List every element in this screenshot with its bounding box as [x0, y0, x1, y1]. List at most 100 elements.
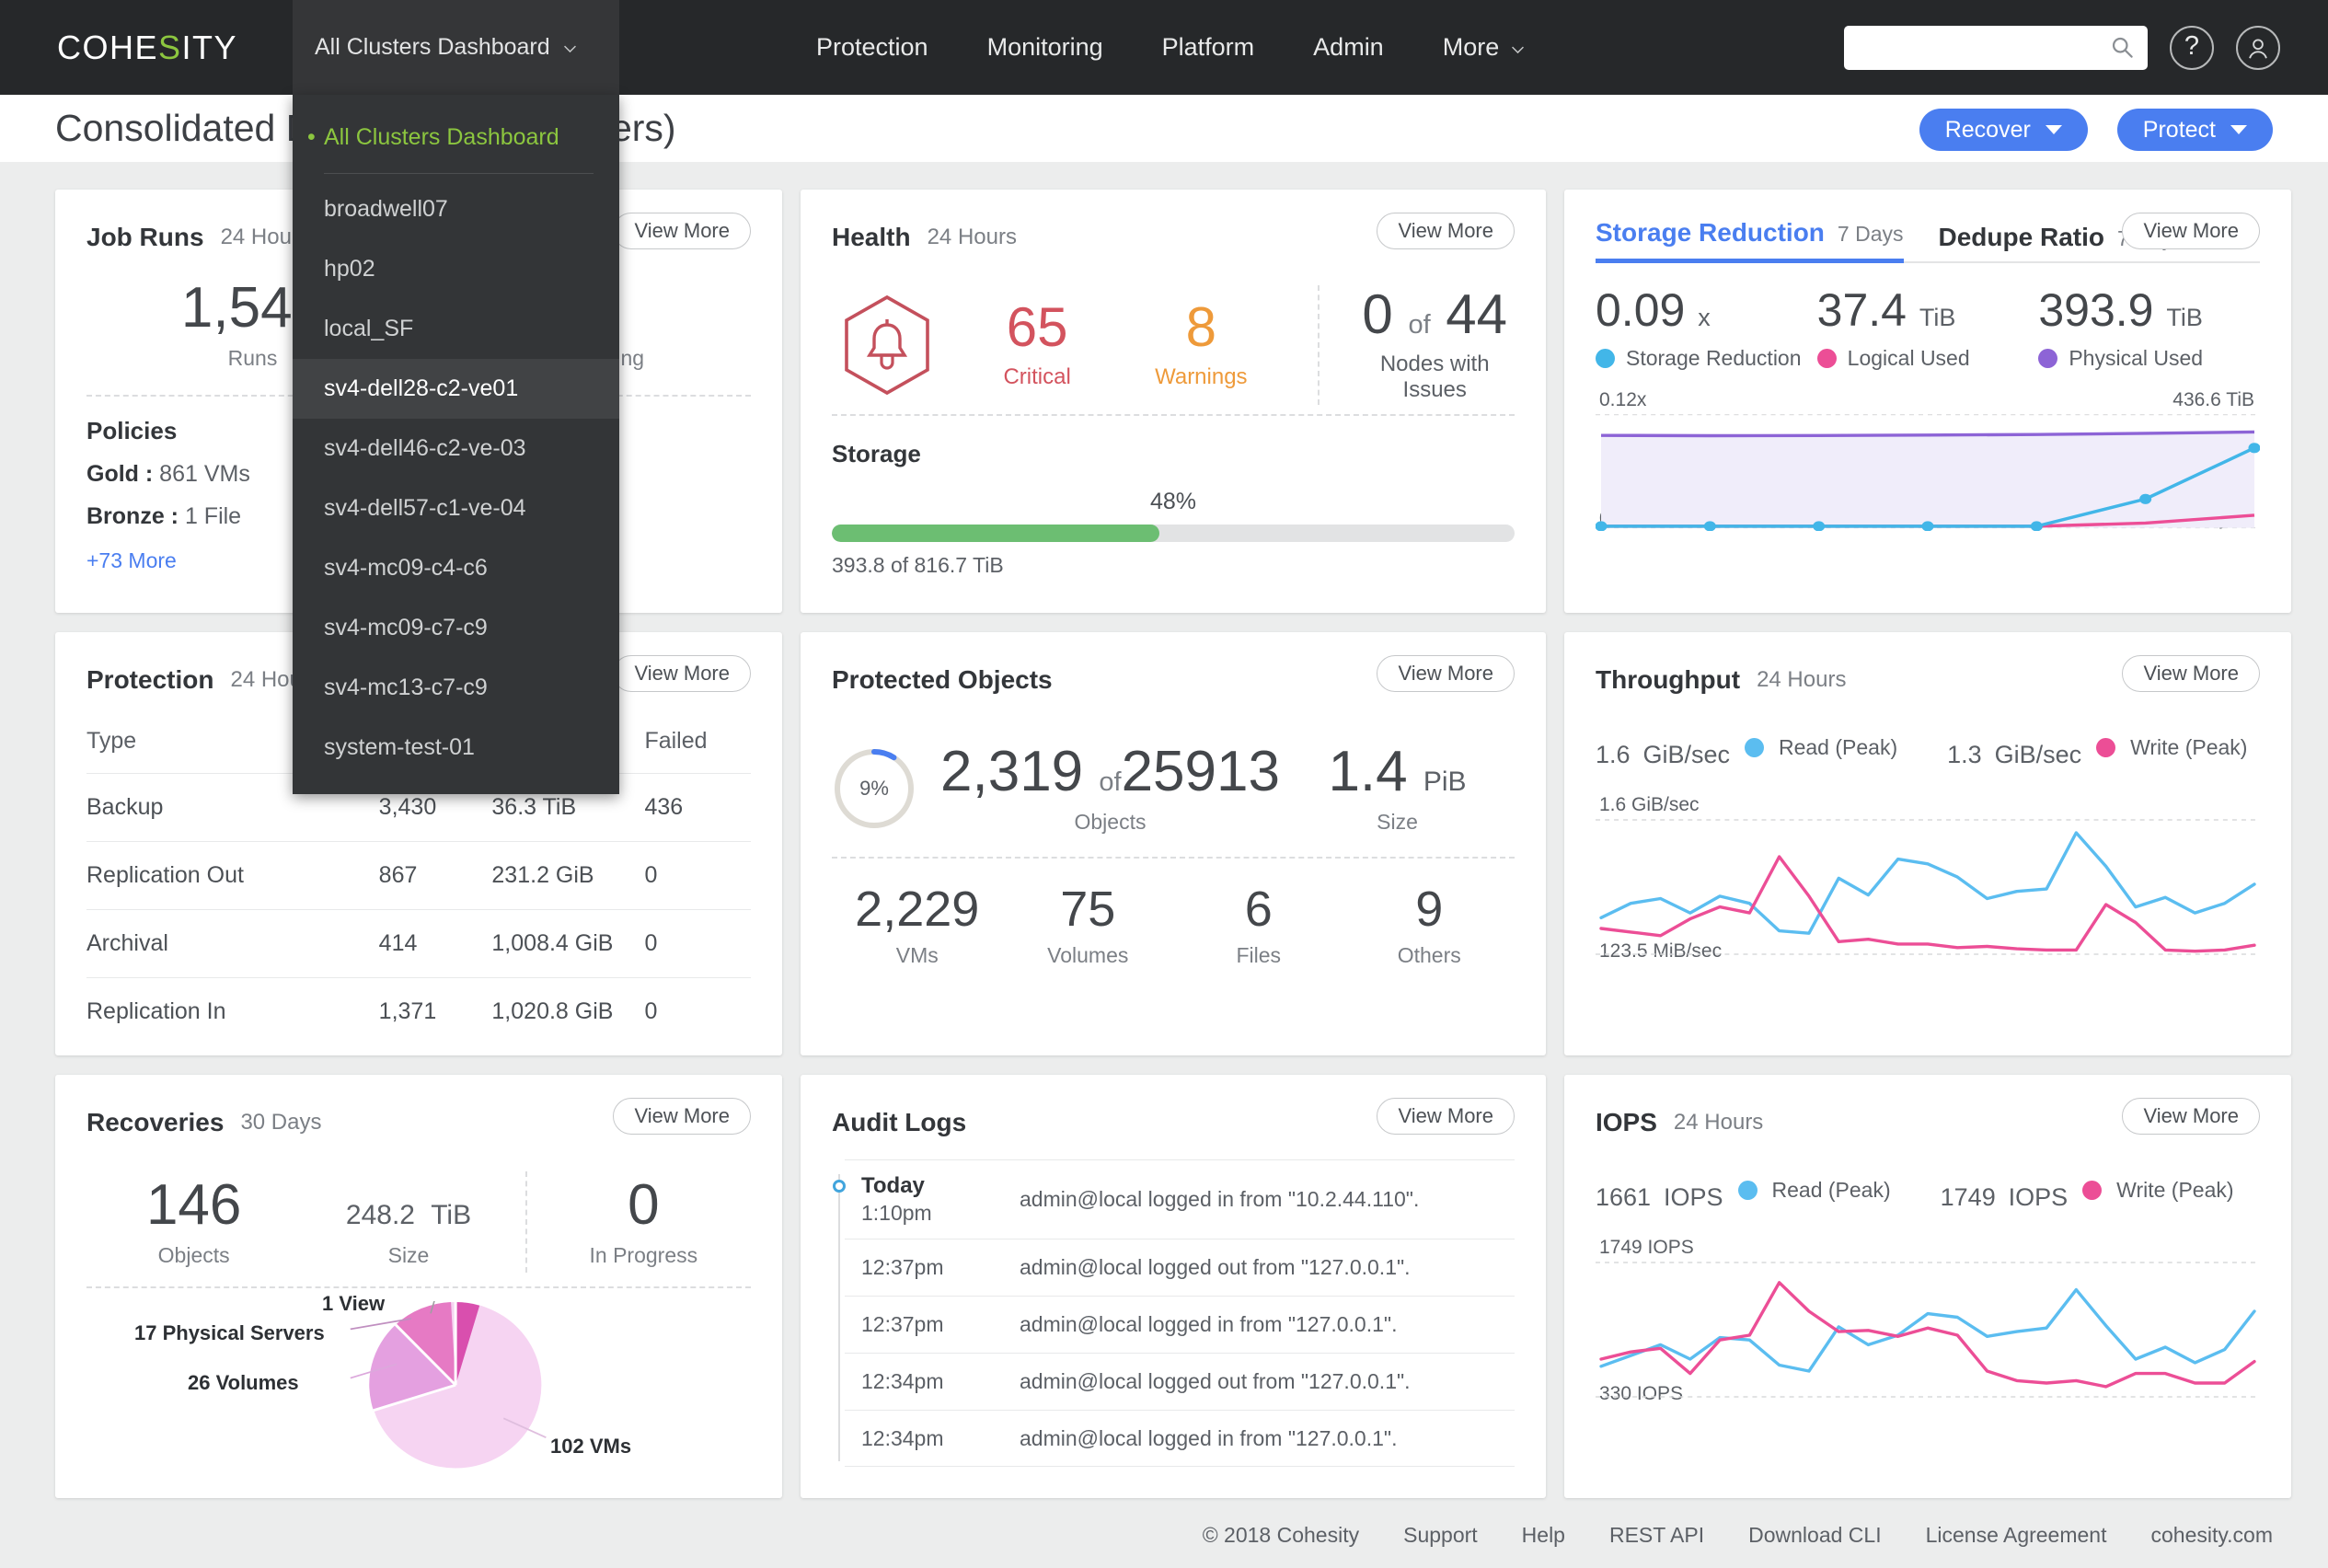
health-critical[interactable]: 65 Critical: [955, 300, 1119, 390]
cell-failed: 0: [644, 977, 751, 1045]
view-more-button[interactable]: View More: [2122, 655, 2260, 692]
dropdown-item-hp02[interactable]: hp02: [293, 239, 619, 299]
view-more-button[interactable]: View More: [1377, 1098, 1515, 1135]
dropdown-item-sv4-dell28-c2-ve01[interactable]: sv4-dell28-c2-ve01: [293, 359, 619, 419]
policies-more-link[interactable]: +73 More: [86, 548, 177, 573]
view-more-button[interactable]: View More: [1377, 655, 1515, 692]
table-row[interactable]: Archival 414 1,008.4 GiB 0: [86, 909, 751, 978]
chevron-down-icon: [1510, 36, 1526, 64]
cell-type: Replication Out: [86, 841, 379, 910]
footer-link-license-agreement[interactable]: License Agreement: [1926, 1523, 2107, 1548]
user-account-icon[interactable]: [2236, 25, 2280, 70]
view-more-button[interactable]: View More: [2122, 213, 2260, 249]
throughput-metrics: 1.6 GiB/sec Read (Peak) 1.3 GiB/sec Writ…: [1596, 724, 2260, 770]
pie-label-physical-servers: 17 Physical Servers: [134, 1321, 325, 1344]
page-header-actions: Recover Protect: [1919, 109, 2273, 151]
nav-item-monitoring[interactable]: Monitoring: [958, 33, 1133, 62]
list-item[interactable]: 12:34pm admin@local logged out from "127…: [845, 1353, 1515, 1410]
pie-label-view: 1 View: [322, 1292, 386, 1315]
footer-link-cohesity-com[interactable]: cohesity.com: [2150, 1523, 2273, 1548]
metric-value: 0.09: [1596, 284, 1686, 336]
cluster-dropdown-menu: All Clusters Dashboard broadwell07 hp02 …: [293, 95, 619, 794]
cohesity-logo[interactable]: COHESITY: [57, 29, 237, 67]
write-label: Write (Peak): [2116, 1177, 2234, 1202]
divider: [524, 1171, 527, 1273]
breakdown-label: Files: [1236, 943, 1282, 967]
list-item[interactable]: 12:37pm admin@local logged in from "127.…: [845, 1296, 1515, 1353]
help-glyph: ?: [2184, 30, 2200, 61]
tab-storage-reduction[interactable]: Storage Reduction 7 Days: [1596, 218, 1904, 263]
list-item[interactable]: Today 1:10pm admin@local logged in from …: [845, 1159, 1515, 1239]
read-label: Read (Peak): [1778, 734, 1898, 759]
card-title: Protected Objects: [832, 665, 1053, 694]
footer-link-download-cli[interactable]: Download CLI: [1748, 1523, 1881, 1548]
policy-value: 1 File: [184, 503, 242, 529]
axis-label-top: 1.6 GiB/sec: [1599, 794, 1700, 815]
audit-time: 12:37pm: [845, 1312, 1020, 1337]
nav-item-protection[interactable]: Protection: [787, 33, 958, 62]
dropdown-item-sv4-mc09-c4-c6[interactable]: sv4-mc09-c4-c6: [293, 538, 619, 598]
iops-chart: 1749 IOPS 330 IOPS: [1596, 1237, 2260, 1411]
table-row[interactable]: Replication Out 867 231.2 GiB 0: [86, 841, 751, 910]
write-value: 1.3: [1947, 741, 1982, 768]
nav-item-admin[interactable]: Admin: [1284, 33, 1413, 62]
audit-time: Today 1:10pm: [845, 1173, 1020, 1226]
audit-time: 12:34pm: [845, 1369, 1020, 1394]
objects-label: Objects: [1074, 809, 1147, 834]
recover-button[interactable]: Recover: [1919, 109, 2088, 151]
table-row[interactable]: Replication In 1,371 1,020.8 GiB 0: [86, 977, 751, 1045]
list-item[interactable]: 12:37pm admin@local logged out from "127…: [845, 1239, 1515, 1296]
warnings-label: Warnings: [1155, 364, 1248, 389]
dropdown-item-system-test-01[interactable]: system-test-01: [293, 718, 619, 778]
dropdown-item-sv4-dell46-c2-ve-03[interactable]: sv4-dell46-c2-ve-03: [293, 419, 619, 478]
storage-reduction-chart: 0.12x 436.6 TiB 0x 0 Bytes: [1596, 389, 2260, 545]
cell-failed[interactable]: 436: [644, 773, 751, 842]
search-input[interactable]: [1844, 25, 2148, 70]
cell-objects: 867: [378, 841, 492, 910]
breakdown-label: Volumes: [1047, 943, 1129, 967]
card-audit-logs: Audit Logs View More Today 1:10pm admin@…: [801, 1075, 1546, 1498]
divider: [832, 414, 1515, 416]
list-item[interactable]: 12:34pm admin@local logged in from "127.…: [845, 1410, 1515, 1467]
nodes-issue-count: 0: [1362, 283, 1393, 345]
footer-copyright: © 2018 Cohesity: [1202, 1522, 1360, 1547]
nodes-value: 0 of 44: [1354, 287, 1515, 342]
recoveries-size: 248.2 TiB Size: [301, 1177, 515, 1268]
cell-size: 1,008.4 GiB: [491, 909, 645, 978]
help-icon[interactable]: ?: [2170, 25, 2214, 70]
dropdown-item-sv4-mc13-c7-c9[interactable]: sv4-mc13-c7-c9: [293, 658, 619, 718]
dropdown-item-local-sf[interactable]: local_SF: [293, 299, 619, 359]
size-unit: PiB: [1423, 766, 1467, 797]
view-more-button[interactable]: View More: [613, 655, 751, 692]
cluster-selector-button[interactable]: All Clusters Dashboard: [293, 0, 619, 95]
view-more-button[interactable]: View More: [613, 1098, 751, 1135]
footer-link-support[interactable]: Support: [1403, 1523, 1478, 1548]
footer-link-help[interactable]: Help: [1522, 1523, 1565, 1548]
dropdown-item-sv4-mc09-c7-c9[interactable]: sv4-mc09-c7-c9: [293, 598, 619, 658]
card-title: Throughput: [1596, 665, 1741, 694]
dropdown-item-broadwell07[interactable]: broadwell07: [293, 179, 619, 239]
card-time-range: 30 Days: [240, 1110, 322, 1135]
policy-name: Gold :: [86, 461, 154, 487]
recoveries-in-progress: 0 In Progress: [536, 1176, 751, 1268]
protect-button[interactable]: Protect: [2116, 109, 2273, 151]
footer-link-rest-api[interactable]: REST API: [1609, 1523, 1704, 1548]
view-more-button[interactable]: View More: [613, 213, 751, 249]
inprogress-label: In Progress: [589, 1242, 698, 1267]
legend-dot-physical-used: [2038, 349, 2058, 368]
tab-label: Storage Reduction: [1596, 218, 1825, 247]
nav-item-platform[interactable]: Platform: [1133, 33, 1285, 62]
search-box[interactable]: [1844, 25, 2148, 70]
breakdown-value: 2,229: [855, 882, 980, 937]
audit-timeline-bullet: [833, 1180, 846, 1193]
view-more-button[interactable]: View More: [2122, 1098, 2260, 1135]
view-more-button[interactable]: View More: [1377, 213, 1515, 249]
dropdown-item-sv4-dell57-c1-ve-04[interactable]: sv4-dell57-c1-ve-04: [293, 478, 619, 538]
dropdown-item-all-clusters-dashboard[interactable]: All Clusters Dashboard: [293, 108, 619, 167]
divider: [86, 1286, 751, 1288]
audit-timestamp: 12:37pm: [861, 1312, 944, 1336]
divider: [832, 857, 1515, 859]
health-warnings[interactable]: 8 Warnings: [1119, 300, 1283, 390]
nav-item-more[interactable]: More: [1413, 31, 1556, 64]
legend-dot-logical-used: [1816, 349, 1837, 368]
